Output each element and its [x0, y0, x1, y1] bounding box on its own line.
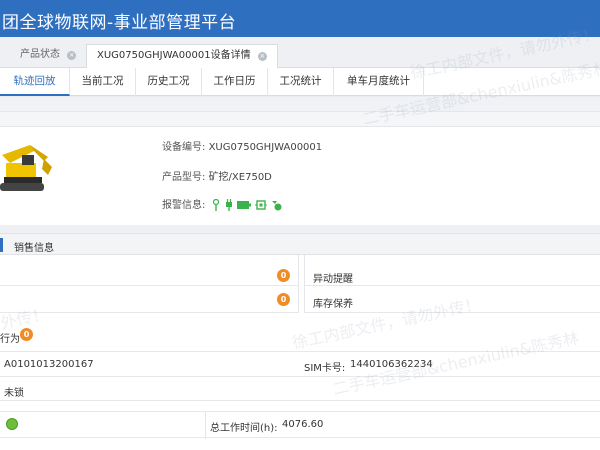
page-tab-device-detail[interactable]: XUG0750GHJWA00001设备详情 × [86, 44, 278, 68]
close-icon[interactable]: × [67, 51, 77, 60]
signal-icon[interactable] [271, 199, 283, 211]
alarm-label: 报警信息: [162, 200, 206, 211]
tab-status-statistics[interactable]: 工况统计 [268, 68, 334, 96]
sim-label: SIM卡号: [304, 363, 346, 374]
behavior-label: 行为 [0, 334, 20, 345]
abnormal-label-cell: 异动提醒 [305, 255, 600, 286]
excavator-image [0, 141, 52, 201]
lock-status-value: 未锁 [4, 388, 24, 399]
plug-icon[interactable] [225, 199, 233, 211]
sales-info-panel: 0 0 异动提醒 库存保养 行为 0 A0101013200167 SIM卡号:… [0, 255, 600, 450]
sim-value: 1440106362234 [350, 359, 433, 370]
stock-label-cell: 库存保养 [305, 286, 600, 313]
model-value: 矿挖/XE750D [208, 172, 272, 183]
behavior-row: 行为 0 [0, 313, 600, 345]
sales-section-title: 销售信息 [14, 243, 54, 254]
stock-maintenance-link[interactable]: 库存保养 [313, 295, 353, 310]
abnormal-alert-link[interactable]: 异动提醒 [313, 270, 353, 285]
page-tab-label: XUG0750GHJWA00001设备详情 [97, 50, 251, 61]
battery-icon[interactable] [236, 201, 251, 209]
abnormal-count-badge[interactable]: 0 [277, 269, 290, 282]
page-tab-label: 产品状态 [20, 49, 60, 60]
spacer [0, 225, 600, 233]
tab-monthly-statistics[interactable]: 单车月度统计 [334, 68, 424, 96]
alarm-row: 报警信息: [162, 196, 283, 211]
device-section-header [0, 111, 600, 127]
stock-count-badge[interactable]: 0 [277, 293, 290, 306]
tab-track-playback[interactable]: 轨迹回放 [0, 68, 70, 96]
sales-section-header: 销售信息 [0, 233, 600, 255]
model-label: 产品型号: [162, 172, 206, 183]
tab-current-status[interactable]: 当前工况 [70, 68, 136, 96]
serial-number-row: 设备编号: XUG0750GHJWA00001 [162, 138, 322, 153]
detail-sub-tab-bar: 轨迹回放 当前工况 历史工况 工作日历 工况统计 单车月度统计 [0, 68, 600, 96]
work-hours-row: 总工作时间(h): 4076.60 [0, 411, 600, 439]
divider [205, 412, 206, 439]
page-tab-bar: 产品状态 × XUG0750GHJWA00001设备详情 × [0, 37, 600, 68]
tab-history-status[interactable]: 历史工况 [136, 68, 202, 96]
serial-number-value: XUG0750GHJWA00001 [208, 142, 323, 153]
abnormal-count-cell: 0 [0, 255, 298, 286]
status-dot-icon [6, 418, 18, 430]
platform-title: 团全球物联网-事业部管理平台 [2, 13, 237, 33]
close-icon[interactable]: × [257, 52, 267, 61]
gps-icon[interactable] [254, 199, 267, 211]
terminal-row: A0101013200167 SIM卡号: 1440106362234 [0, 351, 600, 377]
model-row: 产品型号: 矿挖/XE750D [162, 168, 272, 183]
serial-number-label: 设备编号: [162, 142, 206, 153]
behavior-count-badge[interactable]: 0 [20, 328, 33, 341]
terminal-id-value: A0101013200167 [4, 359, 94, 370]
antenna-icon[interactable] [211, 199, 221, 211]
total-hours-label: 总工作时间(h): [210, 423, 278, 434]
top-header: 团全球物联网-事业部管理平台 [0, 0, 600, 37]
spacer [0, 97, 600, 111]
tab-work-calendar[interactable]: 工作日历 [202, 68, 268, 96]
divider [298, 255, 299, 313]
total-hours-value: 4076.60 [282, 419, 324, 430]
section-accent-bar [0, 238, 3, 252]
page-tab-product-status[interactable]: 产品状态 × [10, 44, 86, 68]
stock-count-cell: 0 [0, 286, 298, 313]
device-info-panel: 设备编号: XUG0750GHJWA00001 产品型号: 矿挖/XE750D … [0, 127, 600, 225]
lock-row: 未锁 [0, 377, 600, 401]
